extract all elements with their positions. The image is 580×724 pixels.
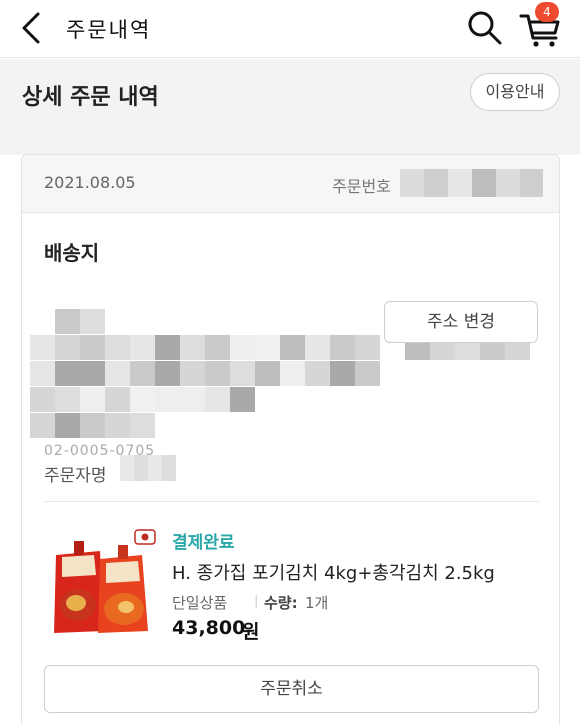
orderer-name-label: 주문자명 (44, 466, 107, 486)
cart-count-badge: 4 (535, 2, 559, 22)
redaction-block (280, 335, 305, 360)
redaction-block (155, 387, 180, 412)
quantity-value: 1개 (305, 594, 329, 612)
redaction-block (230, 361, 255, 386)
redaction-block (80, 413, 105, 438)
section-gap (0, 127, 580, 155)
redaction-block (80, 361, 105, 386)
redaction-block (180, 387, 205, 412)
redaction-block (80, 387, 105, 412)
redaction-block (55, 387, 80, 412)
redaction-block (130, 387, 155, 412)
redaction-block (255, 361, 280, 386)
search-button[interactable] (466, 9, 504, 47)
redaction-block (30, 413, 55, 438)
redaction-block (305, 335, 330, 360)
redaction-block (230, 335, 255, 360)
product-image[interactable] (48, 535, 158, 637)
search-icon (468, 11, 502, 45)
redaction-block (80, 335, 105, 360)
redaction-block (230, 387, 255, 412)
kimchi-package-icon (54, 541, 148, 633)
title-bar: 상세 주문 내역 이용안내 (0, 59, 580, 127)
redaction-block (105, 361, 130, 386)
order-status: 결제완료 (172, 533, 235, 553)
cancel-order-button[interactable]: 주문취소 (44, 665, 539, 713)
product-type: 단일상품 (172, 594, 228, 612)
order-card-header: 2021.08.05 주문번호 (22, 155, 559, 213)
shipping-title: 배송지 (44, 241, 100, 265)
brand-logo (134, 529, 156, 545)
redaction-block (280, 361, 305, 386)
product-name[interactable]: H. 종가집 포기김치 4kg+총각김치 2.5kg (172, 559, 495, 585)
chevron-left-icon (22, 12, 40, 44)
redaction-block (30, 361, 55, 386)
redaction-block (205, 387, 230, 412)
product-price: 43,800 (172, 617, 246, 639)
redaction-block (255, 335, 280, 360)
price-unit: 원 (242, 621, 260, 643)
redaction-block (330, 361, 355, 386)
order-number-label: 주문번호 (332, 177, 391, 196)
header-title: 주문내역 (66, 18, 152, 42)
redaction-block (205, 335, 230, 360)
page-title: 상세 주문 내역 (22, 85, 159, 110)
redaction-block (80, 309, 105, 334)
redaction-block (155, 335, 180, 360)
redaction-block (180, 361, 205, 386)
redaction-block (55, 361, 80, 386)
redaction-block (205, 361, 230, 386)
redaction-block (30, 335, 55, 360)
redaction-block (55, 413, 80, 438)
redaction-block (355, 361, 380, 386)
usage-guide-button[interactable]: 이용안내 (470, 73, 560, 111)
divider (44, 501, 539, 502)
redaction-block (155, 361, 180, 386)
redaction-block (330, 335, 355, 360)
redaction-block (180, 335, 205, 360)
back-button[interactable] (18, 10, 50, 46)
redaction-block (105, 387, 130, 412)
change-address-button[interactable]: 주소 변경 (384, 301, 538, 343)
quantity-label: 수량: (264, 594, 298, 612)
order-number-redacted (400, 169, 543, 197)
redaction-block (130, 413, 155, 438)
order-date: 2021.08.05 (44, 173, 136, 192)
redaction-block (105, 335, 130, 360)
order-card: 2021.08.05 주문번호 배송지 주소 변경 02-0005-0705 주… (21, 154, 560, 724)
separator: | (254, 594, 259, 609)
redaction-block (105, 413, 130, 438)
redaction-block (55, 309, 80, 334)
redaction-block (305, 361, 330, 386)
redaction-block (130, 335, 155, 360)
top-header: 주문내역 4 (0, 0, 580, 58)
redaction-block (30, 387, 55, 412)
orderer-name-redacted (120, 455, 176, 481)
redaction-block (355, 335, 380, 360)
redaction-block (130, 361, 155, 386)
redaction-block (55, 335, 80, 360)
